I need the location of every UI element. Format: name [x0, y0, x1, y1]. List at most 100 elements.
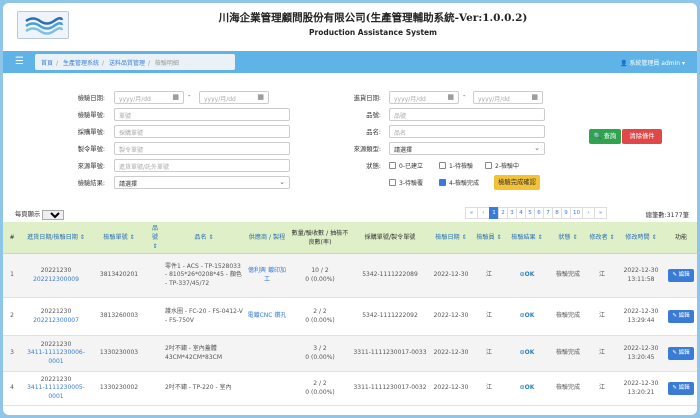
user-name[interactable]: 系統管理員 admin — [629, 60, 680, 67]
breadcrumb-system[interactable]: 生產管理系統 — [63, 60, 99, 67]
row-modifier: 江 — [587, 335, 617, 372]
clear-button[interactable]: 清除條件 — [622, 129, 662, 144]
breadcrumb: 首頁 / 生產管理系統 / 送料品質管理 / 檢驗明細 — [35, 54, 235, 70]
status-checkbox-4[interactable]: 4-檢驗完成 — [439, 178, 479, 187]
breadcrumb-quality[interactable]: 送料品質管理 — [109, 60, 145, 67]
status-checkbox-2[interactable]: 2-檢驗中 — [485, 161, 519, 170]
row-inspector: 江 — [473, 297, 505, 336]
part-no-input[interactable]: 品號 — [389, 108, 545, 121]
row-status: 檢驗完成 — [549, 297, 587, 336]
row-result[interactable]: ⊙OK — [505, 371, 549, 406]
row-inspector: 江 — [473, 335, 505, 372]
paging-bar: 每頁顯示 10 « ‹ 1 2 3 4 5 6 7 8 9 10 › » 總筆數… — [3, 205, 697, 221]
process-no-input[interactable]: 採購單號 — [114, 125, 290, 138]
row-idate: 2022-12-30 — [429, 371, 473, 406]
row-qty: 3 / 20 (0.00%) — [289, 335, 351, 372]
col-header[interactable]: 修改者 ⇕ — [587, 222, 617, 254]
edit-button[interactable]: ✎ 編輯 — [668, 347, 694, 360]
row-status: 檢驗完成 — [549, 371, 587, 406]
breadcrumb-home[interactable]: 首頁 — [41, 60, 53, 67]
col-header[interactable]: 狀態 ⇕ — [549, 222, 587, 254]
calendar-icon: ▦ — [257, 93, 264, 101]
table-row: 4 20221230 3411-1111230005-0001 133023000… — [3, 371, 697, 406]
query-button[interactable]: 🔍 查詢 — [589, 129, 621, 144]
inspect-date-start[interactable]: yyyy/月/dd ▦ — [114, 91, 184, 104]
table-row: 3 20221230 3411-1111230006-0001 133023000… — [3, 335, 697, 372]
ship-date-start[interactable]: yyyy/月/dd ▦ — [389, 91, 459, 104]
page-last[interactable]: » — [594, 207, 607, 219]
row-result[interactable]: ⊙OK — [505, 253, 549, 298]
row-supplier[interactable]: 電鍍CNC 鑽孔 — [245, 297, 289, 336]
row-sub-link[interactable]: 202212300009 — [23, 276, 89, 285]
col-header: 數量/驗收數 / 抽檢不良數(率) — [289, 222, 351, 254]
col-header[interactable]: 檢驗日期 ⇕ — [429, 222, 473, 254]
row-name: 2吋不鏽 - TP-220 - 室內 — [163, 371, 245, 406]
user-menu[interactable]: 👤 系統管理員 admin ▾ — [620, 58, 685, 67]
row-idate: 2022-12-30 — [429, 297, 473, 336]
row-modifier: 江 — [587, 253, 617, 298]
company-logo — [17, 11, 69, 39]
per-page-select[interactable]: 10 — [42, 210, 65, 220]
row-result[interactable]: ⊙OK — [505, 335, 549, 372]
col-header[interactable]: 修改時間 ⇕ — [617, 222, 665, 254]
row-number: 2 — [3, 297, 21, 336]
col-header: 採購單號/製令單號 — [351, 222, 429, 254]
row-inspector: 江 — [473, 253, 505, 298]
col-header[interactable]: 檢驗單號 ⇕ — [91, 222, 147, 254]
row-inspect-no: 3813260003 — [91, 297, 147, 336]
col-header[interactable]: 檢驗結果 ⇕ — [505, 222, 549, 254]
col-header[interactable]: 進貨日期/檢驗日期 ⇕ — [21, 222, 91, 254]
app-subtitle: Production Assistance System — [309, 28, 437, 37]
col-header[interactable]: 品名 ⇕ — [163, 222, 245, 254]
row-po: 3311-1111230017-0032 — [351, 371, 429, 406]
edit-button[interactable]: ✎ 編輯 — [668, 310, 694, 323]
status-checkbox-1[interactable]: 1-待檢驗 — [439, 161, 473, 170]
edit-button[interactable]: ✎ 編輯 — [668, 382, 694, 395]
row-sub-link[interactable]: 3411-1111230006-0001 — [23, 349, 89, 366]
row-supplier[interactable]: 億利興 鍍印加工 — [245, 253, 289, 298]
row-number: 3 — [3, 335, 21, 372]
row-po: 5342-1111222092 — [351, 297, 429, 336]
status-checkbox-3[interactable]: 3-待驗覆 — [389, 178, 423, 187]
row-inspector: 江 — [473, 371, 505, 406]
production-no-input[interactable]: 製令單號 — [114, 142, 290, 155]
search-form: 檢驗日期: yyyy/月/dd ▦ - yyyy/月/dd ▦ 檢驗單號: 單號 採… — [3, 81, 697, 201]
part-no-label: 品號: — [366, 112, 381, 119]
row-sub-link[interactable]: 3411-1111230005-0001 — [23, 384, 89, 401]
app-title: 川海企業管理顧問股份有限公司(生產管理輔助系統-Ver:1.0.0.2) — [218, 12, 528, 24]
row-sub-link[interactable]: 202212300007 — [23, 317, 89, 326]
stock-no-input[interactable]: 進貨單號/託外單號 — [114, 159, 290, 172]
row-part — [147, 253, 163, 298]
col-header[interactable]: 品號 ⇕ — [147, 222, 163, 254]
inspect-date-end[interactable]: yyyy/月/dd ▦ — [199, 91, 269, 104]
col-header[interactable]: 供應商 / 製程 — [245, 222, 289, 254]
edit-button[interactable]: ✎ 編輯 — [668, 269, 694, 282]
result-label: 檢驗結果: — [77, 180, 105, 187]
row-qty: 2 / 20 (0.00%) — [289, 371, 351, 406]
part-name-input[interactable]: 品名 — [389, 125, 545, 138]
row-part — [147, 371, 163, 406]
status-checkbox-0[interactable]: 0-已建立 — [389, 161, 423, 170]
row-name: 護水圈 - FC-20 - FS-0412-V - FS-750V — [163, 297, 245, 336]
row-inspect-no: 1330230003 — [91, 335, 147, 372]
row-supplier[interactable] — [245, 371, 289, 406]
inspection-done-button[interactable]: 檢驗完成確認 — [494, 175, 540, 190]
inspect-no-input[interactable]: 單號 — [114, 108, 290, 121]
row-supplier[interactable] — [245, 335, 289, 372]
per-page: 每頁顯示 10 — [15, 209, 65, 220]
inspect-date-label: 檢驗日期: — [77, 95, 105, 102]
row-mtime: 2022-12-30 13:20:45 — [617, 335, 665, 372]
row-status: 檢驗完成 — [549, 253, 587, 298]
menu-toggle-icon[interactable]: ☰ — [15, 57, 24, 67]
row-number: 1 — [3, 253, 21, 298]
app-header: 川海企業管理顧問股份有限公司(生產管理輔助系統-Ver:1.0.0.2) Pro… — [3, 3, 697, 45]
inspect-no-label: 檢驗單號: — [77, 112, 105, 119]
total-count: 總筆數:3177筆 — [645, 212, 689, 219]
status-label: 狀態: — [366, 163, 381, 170]
row-actions: ✎ 編輯 — [665, 371, 697, 406]
ship-date-end[interactable]: yyyy/月/dd ▦ — [473, 91, 543, 104]
col-header[interactable]: 檢驗員 ⇕ — [473, 222, 505, 254]
source-type-select[interactable]: 請選擇 ⌄ — [389, 142, 545, 155]
row-result[interactable]: ⊙OK — [505, 297, 549, 336]
result-select[interactable]: 請選擇 ⌄ — [114, 176, 290, 189]
